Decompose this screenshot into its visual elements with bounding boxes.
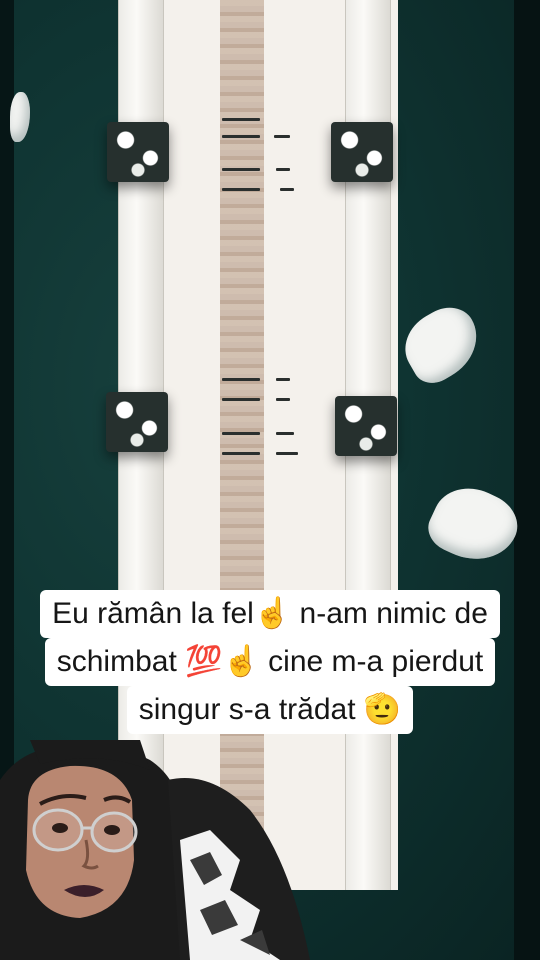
bridge-pillar [335,396,397,456]
bridge-pillar [107,122,169,182]
deck-marking [222,188,260,191]
deck-marking [276,168,290,171]
caption-line-3: singur s-a trădat 🫡 [0,686,540,734]
deck-marking [276,452,298,455]
deck-marking [276,398,290,401]
deck-marking [222,432,260,435]
deck-marking [222,398,260,401]
deck-marking [222,168,260,171]
deck-marking [222,452,260,455]
deck-marking [280,188,294,191]
deck-marking [222,135,260,138]
deck-marking [276,432,294,435]
deck-marking [276,378,290,381]
deck-marking [222,378,260,381]
caption-text-3: singur s-a trădat 🫡 [126,686,414,734]
caption-text-1: Eu rămân la fel☝️ n-am nimic de [40,590,500,638]
caption-line-1: Eu rămân la fel☝️ n-am nimic de [0,590,540,638]
bridge-pillar [331,122,393,182]
cartoon-avatar [0,740,310,960]
caption-text-2: schimbat 💯☝️ cine m-a pierdut [44,638,496,686]
deck-marking [274,135,290,138]
bridge-pillar [106,392,168,452]
caption-line-2: schimbat 💯☝️ cine m-a pierdut [0,638,540,686]
deck-marking [222,118,260,121]
right-edge [514,0,540,960]
